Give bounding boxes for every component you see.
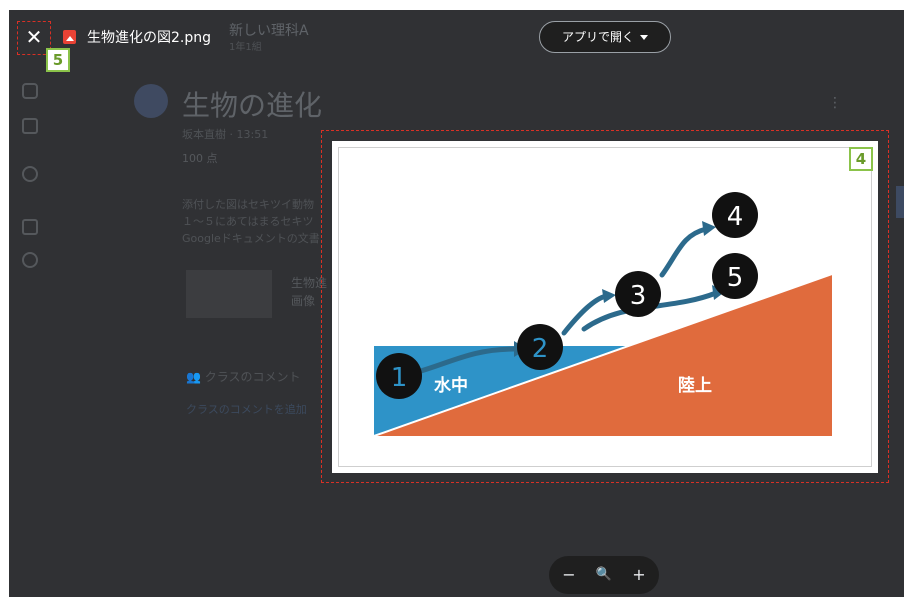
archive-icon [22,219,38,235]
screen-frame-right [904,0,908,597]
description-line: １～５にあてはまるセキツ [182,215,314,228]
settings-icon [22,252,38,268]
annotation-badge-5: 5 [46,48,70,72]
side-panel-button [896,186,904,218]
screen-frame-top [0,0,908,10]
image-file-icon [63,30,76,44]
assignment-meta: 坂本直樹 · 13:51 [182,128,269,141]
home-icon [22,83,38,99]
add-class-comment-link: クラスのコメントを追加 [186,403,307,416]
assignment-points: 100 点 [182,152,218,165]
description-line: Googleドキュメントの文書 [182,232,320,245]
classes-icon [22,166,38,182]
open-with-app-button[interactable]: アプリで開く [539,21,671,53]
assignment-icon [134,84,168,118]
zoom-out-button[interactable]: − [559,565,579,585]
caret-down-icon [640,35,648,40]
more-options-icon: ⋮ [828,95,842,111]
breadcrumb: 新しい理科A [229,23,309,39]
file-name: 生物進化の図2.png [87,30,212,46]
screen-frame-left [0,0,9,597]
zoom-in-button[interactable]: + [629,565,649,585]
breadcrumb-sub: 1年1組 [229,42,262,53]
assignment-title: 生物の進化 [182,89,323,122]
description-line: 添付した図はセキツイ動物 [182,198,314,211]
zoom-icon[interactable]: 🔍 [594,565,614,585]
zoom-controls: − 🔍 + [549,556,659,594]
annotation-badge-4: 4 [849,147,873,171]
class-comments-label: クラスのコメント [204,370,301,384]
attachment-thumbnail [186,270,272,318]
class-comments-heading: 👥 クラスのコメント [186,368,301,385]
assignment-description: 添付した図はセキツイ動物 １～５にあてはまるセキツ Googleドキュメントの文… [182,196,322,247]
calendar-icon [22,118,38,134]
open-with-label: アプリで開く [561,30,634,44]
people-icon: 👥 [186,370,201,384]
annotation-image-highlight [321,130,889,483]
